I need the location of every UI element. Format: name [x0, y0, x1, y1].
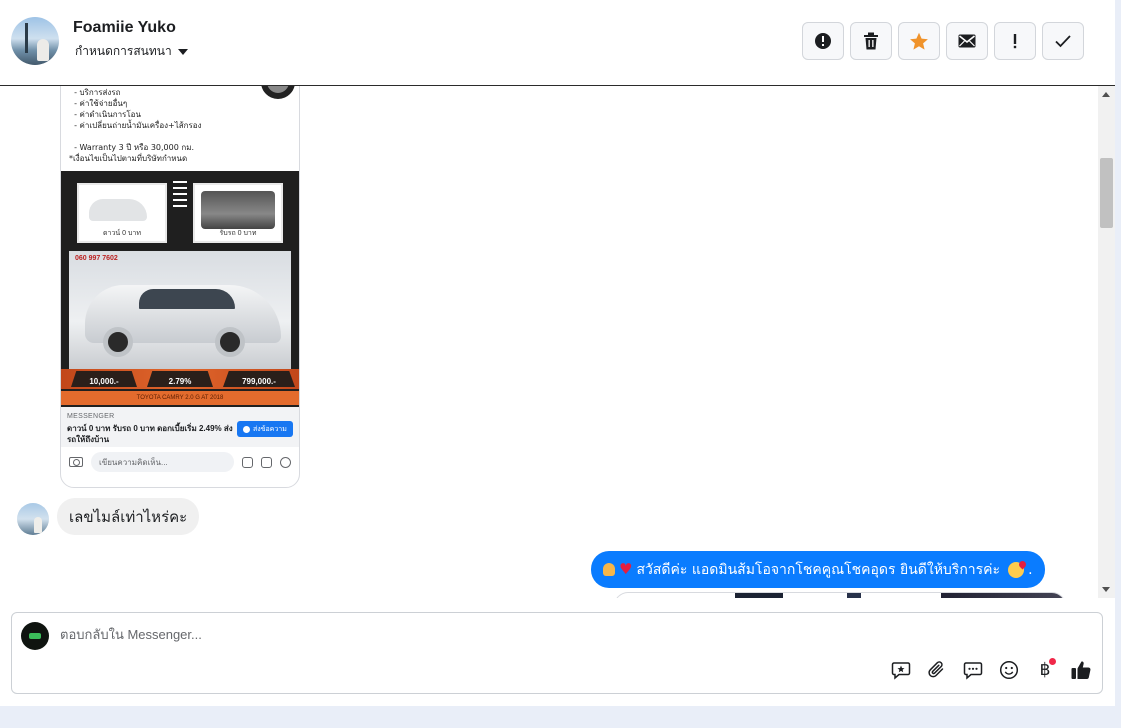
- sticker-icon: [242, 456, 253, 468]
- kiss-face-emoji-icon: [1008, 561, 1025, 578]
- car-photo: 060 997 7602: [69, 251, 291, 369]
- ad-image[interactable]: ดาวน์ 0 บาท รับรถ 0 บาท 060 997 7602 10,…: [61, 171, 299, 407]
- decor-stripes: [173, 181, 187, 211]
- page-avatar: [21, 622, 49, 650]
- assign-conversation-dropdown[interactable]: กำหนดการสนทนา: [75, 42, 188, 61]
- contact-avatar[interactable]: [11, 17, 59, 65]
- payment-button[interactable]: ฿: [1034, 658, 1056, 681]
- send-message-cta-button[interactable]: ส่งข้อความ: [237, 421, 293, 437]
- envelope-icon: [958, 34, 976, 48]
- outgoing-image-card[interactable]: [614, 592, 1066, 598]
- contact-avatar-small[interactable]: [17, 503, 49, 535]
- saved-reply-button[interactable]: [890, 659, 912, 681]
- page-footer-background: [0, 706, 1121, 728]
- outgoing-message[interactable]: ♥ สวัสดีค่ะ แอดมินส้มโอจากโชคคูณโชคอุดร …: [591, 551, 1045, 588]
- reply-input[interactable]: [60, 627, 760, 642]
- price-total: 799,000.-: [223, 371, 295, 387]
- star-icon: [910, 32, 928, 50]
- report-spam-button[interactable]: [802, 22, 844, 60]
- follow-up-button[interactable]: [994, 22, 1036, 60]
- tire-graphic: [261, 86, 295, 99]
- attach-button[interactable]: [926, 659, 948, 681]
- thumb-interior: รับรถ 0 บาท: [193, 183, 283, 243]
- camera-icon: [69, 457, 83, 467]
- like-button[interactable]: [1070, 659, 1092, 681]
- exclamation-icon: [1013, 34, 1017, 49]
- ad-comment-bar: เขียนความคิดเห็น...: [61, 447, 299, 477]
- ad-details-text: - บริการส่งรถ - ค่าใช้จ่ายอื่นๆ - ค่าดำเ…: [69, 88, 202, 163]
- emoji-icon: [999, 660, 1019, 680]
- thumb-left-label: ดาวน์ 0 บาท: [103, 230, 141, 237]
- delete-button[interactable]: [850, 22, 892, 60]
- conversation-header: Foamiie Yuko กำหนดการสนทนา: [0, 0, 1115, 86]
- conversation-panel: Foamiie Yuko กำหนดการสนทนา - บริการส่งรถ…: [0, 0, 1115, 706]
- cta-label: ส่งข้อความ: [253, 425, 287, 433]
- attachment-icon: [928, 661, 944, 678]
- ad-headline: ดาวน์ 0 บาท รับรถ 0 บาท ดอกเบี้ยเริ่ม 2.…: [67, 424, 233, 444]
- contact-name[interactable]: Foamiie Yuko: [73, 19, 176, 37]
- messenger-icon: [243, 425, 250, 433]
- gif-icon: [261, 456, 272, 468]
- price-down: 10,000.-: [71, 371, 137, 387]
- outgoing-message-text: สวัสดีค่ะ แอดมินส้มโอจากโชคคูณโชคอุดร ยิ…: [636, 561, 1001, 578]
- incoming-message[interactable]: เลขไมล์เท่าไหร่คะ: [57, 498, 200, 535]
- car-model: TOYOTA CAMRY 2.0 G AT 2018: [61, 391, 299, 405]
- pray-emoji-icon: [603, 563, 615, 576]
- quick-replies-button[interactable]: [962, 659, 984, 681]
- dealer-phone: 060 997 7602: [75, 255, 118, 262]
- comment-field: เขียนความคิดเห็น...: [91, 452, 234, 472]
- saved-reply-icon: [891, 662, 911, 680]
- trash-icon: [864, 32, 878, 50]
- thumb-right-label: รับรถ 0 บาท: [219, 230, 257, 237]
- alert-circle-icon: [815, 33, 831, 49]
- assign-label: กำหนดการสนทนา: [75, 44, 172, 58]
- scroll-down-arrow-icon[interactable]: [1102, 587, 1110, 592]
- emoji-button[interactable]: [998, 659, 1020, 681]
- shared-ad-card[interactable]: - บริการส่งรถ - ค่าใช้จ่ายอื่นๆ - ค่าดำเ…: [60, 86, 300, 488]
- thumb-exterior: ดาวน์ 0 บาท: [77, 183, 167, 243]
- emoji-icon: [280, 456, 291, 468]
- notification-dot: [1049, 658, 1056, 665]
- caret-down-icon: [177, 48, 188, 55]
- scroll-up-arrow-icon[interactable]: [1102, 92, 1110, 97]
- ad-source: MESSENGER: [67, 413, 115, 420]
- chat-bubble-icon: [963, 662, 983, 680]
- message-scrollbar[interactable]: [1098, 86, 1115, 598]
- reply-composer: ฿: [11, 612, 1103, 694]
- message-list[interactable]: - บริการส่งรถ - ค่าใช้จ่ายอื่นๆ - ค่าดำเ…: [0, 86, 1098, 598]
- mark-done-button[interactable]: [1042, 22, 1084, 60]
- like-icon: [1071, 661, 1091, 680]
- price-rate: 2.79%: [147, 371, 213, 387]
- composer-tools: ฿: [890, 658, 1092, 681]
- mark-unread-button[interactable]: [946, 22, 988, 60]
- header-actions: [802, 22, 1084, 60]
- ad-meta: MESSENGER ดาวน์ 0 บาท รับรถ 0 บาท ดอกเบี…: [61, 407, 299, 447]
- outgoing-message-suffix: .: [1028, 561, 1033, 578]
- heart-emoji-icon: ♥: [619, 560, 633, 578]
- scroll-thumb[interactable]: [1100, 158, 1113, 228]
- check-icon: [1055, 35, 1071, 48]
- star-button[interactable]: [898, 22, 940, 60]
